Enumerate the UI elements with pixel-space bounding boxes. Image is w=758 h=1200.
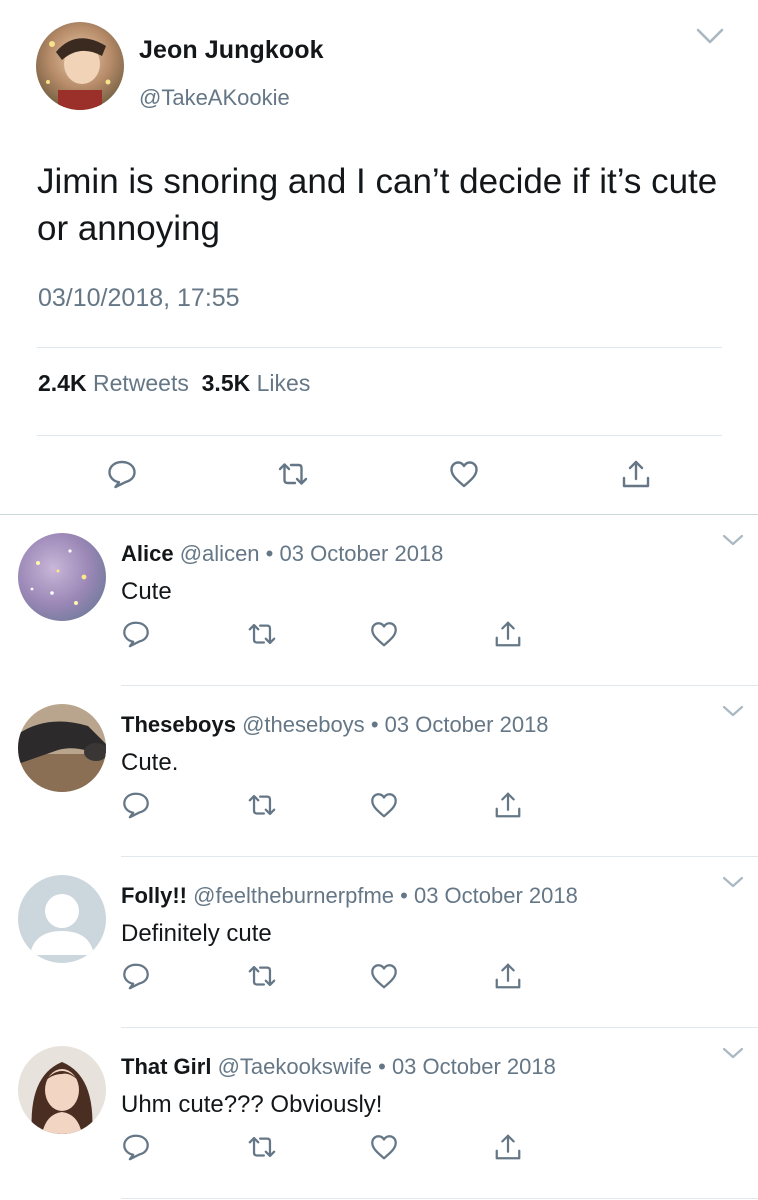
reply-author-name[interactable]: Theseboys [121, 712, 236, 737]
reply-author-name[interactable]: That Girl [121, 1054, 211, 1079]
dot-separator: • [378, 1054, 386, 1079]
reply-header: Folly!! @feeltheburnerpfme • 03 October … [121, 883, 578, 909]
reply-icon [123, 792, 149, 819]
retweet-button[interactable] [247, 961, 277, 991]
dot-separator: • [400, 883, 408, 908]
reply-date[interactable]: 03 October 2018 [414, 883, 578, 908]
retweet-icon [248, 794, 276, 816]
avatar[interactable] [18, 875, 106, 963]
reply-divider [121, 1198, 758, 1199]
reply-tweet[interactable]: Folly!! @feeltheburnerpfme • 03 October … [0, 857, 758, 1028]
like-button[interactable] [369, 790, 399, 820]
reply-date[interactable]: 03 October 2018 [385, 712, 549, 737]
reply-tweet[interactable]: That Girl @Taekookswife • 03 October 201… [0, 1028, 758, 1199]
reply-icon [123, 621, 149, 648]
dot-separator: • [265, 541, 274, 566]
reply-icon [123, 1134, 149, 1161]
reply-icon [108, 460, 136, 489]
reply-author-handle[interactable]: @theseboys [242, 712, 365, 737]
like-icon [371, 793, 397, 818]
chevron-down-icon [722, 534, 744, 546]
reply-menu-button[interactable] [720, 873, 746, 891]
reply-date[interactable]: 03 October 2018 [392, 1054, 556, 1079]
reply-header: Theseboys @theseboys • 03 October 2018 [121, 712, 549, 738]
tweet-menu-button[interactable] [694, 24, 726, 48]
chevron-down-icon [696, 28, 724, 44]
tweet-text: Jimin is snoring and I can’t decide if i… [37, 162, 718, 248]
avatar-image [18, 704, 106, 792]
retweet-button[interactable] [247, 1132, 277, 1162]
reply-button[interactable] [121, 961, 151, 991]
like-button[interactable] [369, 961, 399, 991]
reply-icon [123, 963, 149, 990]
reply-text: Cute. [121, 749, 179, 776]
retweet-icon [248, 1136, 276, 1158]
reply-header: Alice @alicen • 03 October 2018 [121, 541, 443, 567]
reply-menu-button[interactable] [720, 702, 746, 720]
like-icon [371, 964, 397, 989]
retweet-icon [278, 463, 308, 485]
retweet-button[interactable] [247, 790, 277, 820]
author-avatar[interactable] [36, 22, 124, 110]
like-button[interactable] [448, 458, 480, 490]
reply-menu-button[interactable] [720, 531, 746, 549]
retweet-count[interactable]: 2.4K Retweets [38, 370, 189, 396]
author-name[interactable]: Jeon Jungkook [139, 36, 324, 65]
avatar[interactable] [18, 704, 106, 792]
share-icon [622, 460, 650, 488]
tweet-stats: 2.4K Retweets 3.5K Likes [38, 370, 310, 397]
reply-author-handle[interactable]: @Taekookswife [218, 1054, 372, 1079]
chevron-down-icon [722, 705, 744, 717]
reply-button[interactable] [106, 458, 138, 490]
tweet-timestamp[interactable]: 03/10/2018, 17:55 [38, 284, 240, 313]
reply-date[interactable]: 03 October 2018 [280, 541, 444, 566]
like-button[interactable] [369, 619, 399, 649]
divider [37, 347, 722, 348]
divider [37, 435, 722, 436]
like-icon [450, 461, 478, 488]
like-button[interactable] [369, 1132, 399, 1162]
share-icon [495, 792, 521, 818]
reply-author-handle[interactable]: @feeltheburnerpfme [193, 883, 394, 908]
share-button[interactable] [493, 1132, 523, 1162]
reply-button[interactable] [121, 619, 151, 649]
avatar[interactable] [18, 533, 106, 621]
share-icon [495, 1134, 521, 1160]
retweet-icon [248, 965, 276, 987]
reply-text: Uhm cute??? Obviously! [121, 1091, 383, 1118]
share-button[interactable] [620, 458, 652, 490]
reply-button[interactable] [121, 790, 151, 820]
reply-menu-button[interactable] [720, 1044, 746, 1062]
reply-text: Definitely cute [121, 920, 272, 947]
share-button[interactable] [493, 619, 523, 649]
chevron-down-icon [722, 1047, 744, 1059]
share-button[interactable] [493, 790, 523, 820]
like-count[interactable]: 3.5K Likes [202, 370, 311, 396]
avatar-image [18, 533, 106, 621]
reply-text: Cute [121, 578, 172, 605]
reply-author-name[interactable]: Alice [121, 541, 174, 566]
chevron-down-icon [722, 876, 744, 888]
author-handle[interactable]: @TakeAKookie [139, 85, 290, 111]
share-button[interactable] [493, 961, 523, 991]
avatar-image [18, 1046, 106, 1134]
reply-author-handle[interactable]: @alicen [180, 541, 260, 566]
reply-author-name[interactable]: Folly!! [121, 883, 187, 908]
share-icon [495, 621, 521, 647]
reply-button[interactable] [121, 1132, 151, 1162]
reply-tweet[interactable]: Alice @alicen • 03 October 2018 Cute [0, 515, 758, 686]
avatar-image [18, 875, 106, 963]
reply-tweet[interactable]: Theseboys @theseboys • 03 October 2018 C… [0, 686, 758, 857]
share-icon [495, 963, 521, 989]
retweet-icon [248, 623, 276, 645]
retweet-button[interactable] [277, 458, 309, 490]
like-icon [371, 622, 397, 647]
dot-separator: • [370, 712, 379, 737]
like-icon [371, 1135, 397, 1160]
retweet-button[interactable] [247, 619, 277, 649]
avatar[interactable] [18, 1046, 106, 1134]
reply-header: That Girl @Taekookswife • 03 October 201… [121, 1054, 556, 1080]
